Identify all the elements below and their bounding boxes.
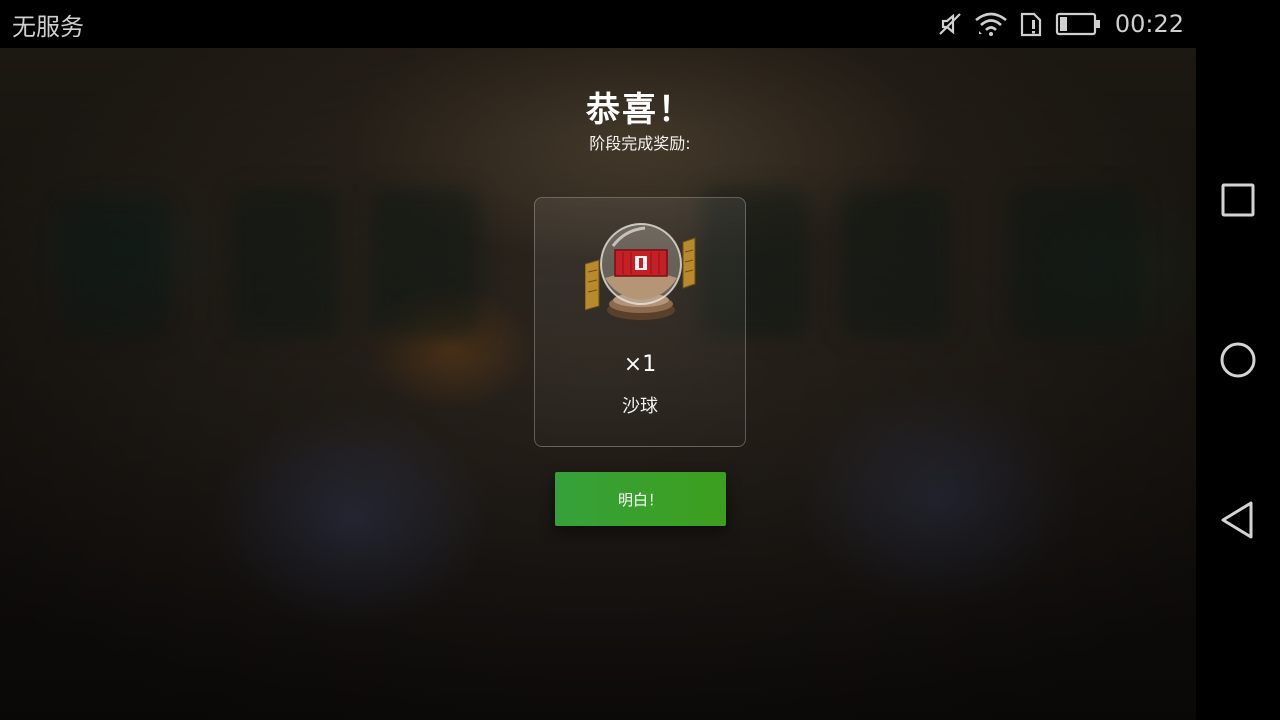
status-icons: 00:22 [937, 10, 1184, 38]
background-panel [230, 188, 340, 338]
background-panel [370, 188, 480, 338]
home-icon[interactable] [1216, 338, 1260, 382]
reward-card: ×1 沙球 [534, 197, 746, 447]
background-panel [60, 198, 170, 338]
sim-alert-icon [1019, 11, 1045, 37]
reward-name: 沙球 [622, 396, 658, 417]
navigation-bar [1196, 0, 1280, 720]
status-bar: 无服务 00:22 [0, 0, 1196, 48]
back-icon[interactable] [1216, 498, 1260, 542]
recent-apps-icon[interactable] [1216, 178, 1260, 222]
clock: 00:22 [1114, 10, 1184, 38]
background-panel [840, 188, 950, 338]
reward-quantity: ×1 [623, 352, 657, 377]
confirm-button[interactable]: 明白！ [555, 472, 726, 526]
dialog-title: 恭喜！ [586, 90, 694, 130]
background-panel [1010, 188, 1140, 338]
battery-icon [1055, 11, 1101, 37]
snow-globe-container-icon [584, 220, 697, 324]
dialog-subtitle: 阶段完成奖励: [589, 134, 691, 153]
mute-icon [937, 11, 963, 37]
wifi-icon [973, 11, 1009, 37]
carrier-label: 无服务 [12, 12, 84, 41]
